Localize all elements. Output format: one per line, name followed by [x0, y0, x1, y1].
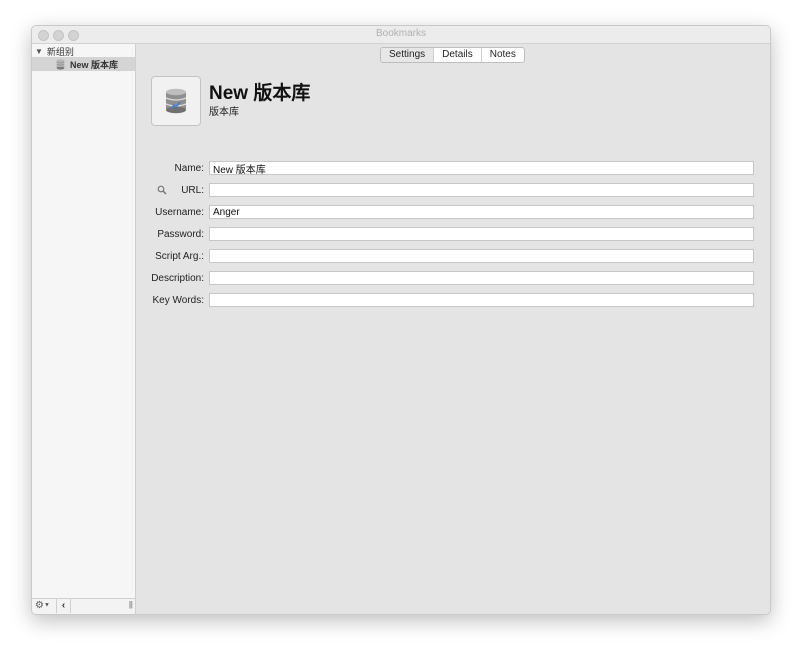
- sidebar-item-label: New 版本库: [70, 59, 119, 70]
- username-field[interactable]: [209, 205, 754, 219]
- record-title: New 版本库: [209, 83, 311, 104]
- record-subtitle: 版本库: [209, 107, 239, 118]
- sidebar-item-repository[interactable]: New 版本库: [32, 57, 135, 71]
- password-field[interactable]: [209, 227, 754, 241]
- sidebar-group-label: 新组别: [46, 46, 74, 57]
- title-bar[interactable]: Bookmarks: [32, 26, 770, 44]
- script-arg-field[interactable]: [209, 249, 754, 263]
- sidebar: ▼ 新组别 New 版本库 ⚙▼ ‹ |||: [32, 44, 136, 614]
- disclosure-triangle-icon[interactable]: ▼: [35, 47, 43, 56]
- database-icon: [165, 88, 187, 114]
- tab-bar: Settings Details Notes: [380, 47, 525, 63]
- name-label: Name:: [174, 163, 204, 174]
- bookmarks-window: Bookmarks ▼ 新组别 New 版本库 ⚙▼ ‹ ||| Setting…: [31, 25, 771, 615]
- tab-details[interactable]: Details: [433, 48, 481, 62]
- script-arg-label: Script Arg.:: [155, 251, 204, 262]
- password-label: Password:: [157, 229, 204, 240]
- detail-pane: Settings Details Notes New 版本库 版本库 Name:: [136, 44, 770, 614]
- username-label: Username:: [155, 207, 204, 218]
- tab-notes[interactable]: Notes: [480, 48, 524, 62]
- url-label: URL:: [181, 185, 204, 196]
- sidebar-footer: ⚙▼ ‹ |||: [32, 598, 135, 614]
- form-row-key-words: Key Words:: [136, 293, 770, 309]
- resize-handle-icon[interactable]: |||: [129, 600, 133, 609]
- window-title: Bookmarks: [375, 28, 426, 39]
- form-row-url: URL:: [136, 183, 770, 199]
- form-row-username: Username:: [136, 205, 770, 221]
- url-field[interactable]: [209, 183, 754, 197]
- key-words-field[interactable]: [209, 293, 754, 307]
- record-icon-well[interactable]: [151, 76, 201, 126]
- database-icon: [56, 58, 65, 70]
- sidebar-group[interactable]: ▼ 新组别: [35, 45, 74, 57]
- description-field[interactable]: [209, 271, 754, 285]
- form-row-script-arg: Script Arg.:: [136, 249, 770, 265]
- form-row-password: Password:: [136, 227, 770, 243]
- description-label: Description:: [151, 273, 204, 284]
- form-row-name: Name:: [136, 161, 770, 177]
- form-row-description: Description:: [136, 271, 770, 287]
- gear-icon[interactable]: ⚙▼: [35, 600, 50, 611]
- chevron-left-icon[interactable]: ‹: [56, 599, 71, 613]
- key-words-label: Key Words:: [152, 295, 205, 306]
- name-field[interactable]: [209, 161, 754, 175]
- tab-settings[interactable]: Settings: [381, 48, 434, 62]
- search-icon[interactable]: [157, 185, 167, 195]
